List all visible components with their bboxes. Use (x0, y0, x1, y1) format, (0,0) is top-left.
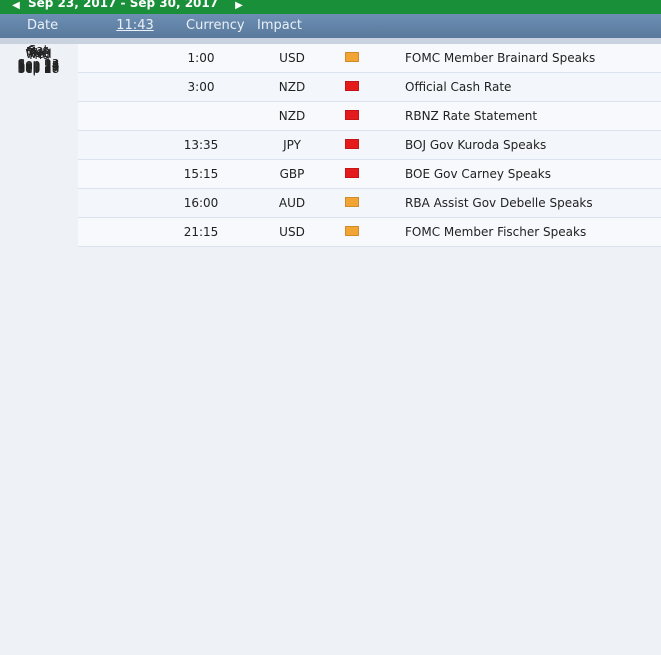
event-time-text: 3:00 (187, 80, 215, 94)
currency-code: JPY (283, 138, 301, 152)
event-time (176, 102, 226, 130)
currency-column-header: Currency (186, 18, 245, 33)
impact-cell (345, 73, 361, 101)
high-impact-folder-icon[interactable] (345, 110, 359, 120)
event-time-text: 16:00 (183, 196, 219, 210)
impact-cell (345, 44, 361, 72)
medium-impact-folder-icon[interactable] (345, 226, 359, 236)
table-header: Date 11:43 Currency Impact (0, 14, 661, 39)
event-time: 3:00 (176, 73, 226, 101)
currency-code: AUD (278, 196, 306, 210)
previous-week-arrow-icon[interactable]: ◀ (6, 0, 26, 12)
next-week-arrow-icon[interactable]: ▶ (229, 0, 249, 12)
impact-column-header: Impact (257, 18, 302, 33)
impact-cell (345, 189, 361, 217)
impact-cell (345, 131, 361, 159)
calendar-table: SatSep 23All DayNZDParliamentary Electio… (0, 38, 661, 247)
currency-code: USD (279, 51, 305, 65)
event-title[interactable]: FOMC Member Brainard Speaks (405, 44, 661, 72)
medium-impact-folder-icon[interactable] (345, 52, 359, 62)
high-impact-folder-icon[interactable] (345, 139, 359, 149)
event-time: 16:00 (176, 189, 226, 217)
event-time: 1:00 (176, 44, 226, 72)
high-impact-folder-icon[interactable] (345, 81, 359, 91)
current-time-link[interactable]: 11:43 (110, 14, 160, 38)
event-title[interactable]: BOJ Gov Kuroda Speaks (405, 131, 661, 159)
calendar-toolbar: ◀ Sep 23, 2017 - Sep 30, 2017 ▶ Date 11:… (0, 0, 661, 39)
impact-cell (345, 218, 361, 246)
impact-cell (345, 102, 361, 130)
event-title[interactable]: RBNZ Rate Statement (405, 102, 661, 130)
medium-impact-folder-icon[interactable] (345, 197, 359, 207)
currency-code: NZD (278, 109, 306, 123)
event-time: 21:15 (176, 218, 226, 246)
impact-cell (345, 160, 361, 188)
event-row[interactable]: NZD RBNZ Rate Statement (78, 102, 661, 131)
currency-code: NZD (278, 80, 306, 94)
event-row[interactable]: 16:00 AUD RBA Assist Gov Debelle Speaks (78, 189, 661, 218)
event-title[interactable]: Official Cash Rate (405, 73, 661, 101)
event-time: 13:35 (176, 131, 226, 159)
event-time-text: 1:00 (187, 51, 215, 65)
day-group: Thu Sep 28 1:00 USD FOMC Member Brainard Spe… (0, 43, 661, 247)
currency-code: USD (279, 225, 305, 239)
event-time-text: 15:15 (183, 167, 219, 181)
high-impact-folder-icon[interactable] (345, 168, 359, 178)
event-row[interactable]: 15:15 GBP BOE Gov Carney Speaks (78, 160, 661, 189)
currency-code: GBP (279, 167, 305, 181)
date-column-header: Date (27, 18, 59, 33)
event-time: 15:15 (176, 160, 226, 188)
event-time-text: 13:35 (183, 138, 219, 152)
event-row[interactable]: 3:00 NZD Official Cash Rate (78, 73, 661, 102)
month-day: Sep 28 (17, 62, 60, 76)
event-title[interactable]: FOMC Member Fischer Speaks (405, 218, 661, 246)
event-title[interactable]: BOE Gov Carney Speaks (405, 160, 661, 188)
event-row[interactable]: 1:00 USD FOMC Member Brainard Speaks (78, 44, 661, 73)
event-time-text: 21:15 (183, 225, 219, 239)
day-of-week: Thu (27, 48, 50, 62)
event-title[interactable]: RBA Assist Gov Debelle Speaks (405, 189, 661, 217)
event-row[interactable]: 13:35 JPY BOJ Gov Kuroda Speaks (78, 131, 661, 160)
date-range-label: Sep 23, 2017 - Sep 30, 2017 (28, 0, 219, 10)
event-row[interactable]: 21:15 USD FOMC Member Fischer Speaks (78, 218, 661, 247)
